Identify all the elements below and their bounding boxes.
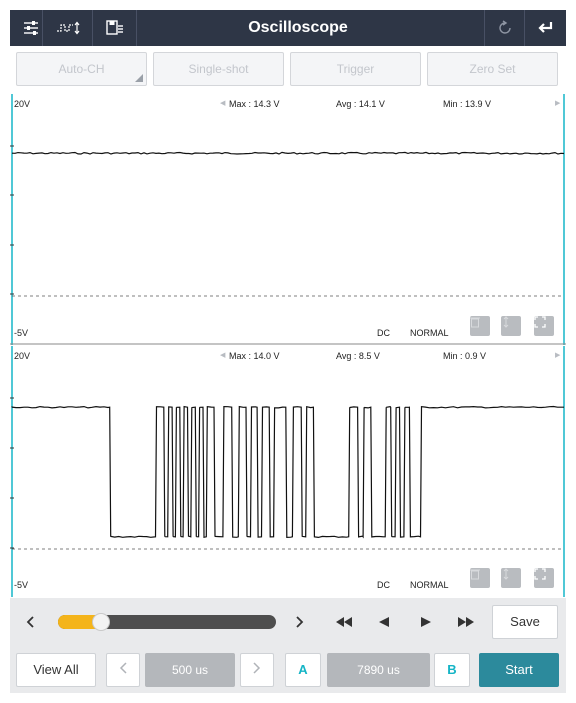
stats-left-arrow-icon[interactable]: ◀ xyxy=(220,351,225,359)
settings-sliders-icon[interactable] xyxy=(18,10,44,46)
bottom-control-bar: View All 500 us A 7890 us B Start xyxy=(10,646,566,693)
scale-top-label: 20V xyxy=(14,99,31,109)
max-reading: Max : 14.0 V xyxy=(229,351,280,361)
chevron-left-icon[interactable] xyxy=(18,598,42,646)
trigger-button[interactable]: Trigger xyxy=(290,52,421,86)
channel-1-waveform xyxy=(11,151,565,155)
fast-forward-icon[interactable] xyxy=(452,598,480,646)
max-reading: Max : 14.3 V xyxy=(229,99,280,109)
step-back-icon[interactable] xyxy=(372,598,396,646)
stats-left-arrow-icon[interactable]: ◀ xyxy=(220,99,225,107)
marker-delta-value: 7890 us xyxy=(327,653,430,687)
avg-reading: Avg : 8.5 V xyxy=(336,351,380,361)
toolbar-divider xyxy=(92,10,93,46)
delete-icon[interactable] xyxy=(470,568,490,588)
auto-ch-label: Auto-CH xyxy=(58,62,105,76)
mode-button-row: Auto-CH Single-shot Trigger Zero Set xyxy=(10,46,566,92)
delete-icon[interactable] xyxy=(470,316,490,336)
marker-a-button[interactable]: A xyxy=(285,653,321,687)
chevron-right-icon[interactable] xyxy=(290,598,310,646)
channel-2-scope-panel[interactable]: 20V ◀ Max : 14.0 V Avg : 8.5 V Min : 0.9… xyxy=(10,346,566,597)
scale-bottom-label: -5V xyxy=(14,328,29,338)
channel-1-plot xyxy=(10,94,566,345)
chevron-right-icon xyxy=(253,662,261,674)
vertical-move-icon[interactable] xyxy=(501,316,521,336)
view-all-button[interactable]: View All xyxy=(16,653,96,687)
scale-bottom-label: -5V xyxy=(14,580,29,590)
avg-reading: Avg : 14.1 V xyxy=(336,99,385,109)
channel-2-plot xyxy=(10,346,565,597)
coupling-label: DC xyxy=(377,580,390,590)
chevron-left-icon xyxy=(119,662,127,674)
dropdown-corner-icon xyxy=(135,74,143,82)
marker-b-button[interactable]: B xyxy=(434,653,470,687)
timebase-value: 500 us xyxy=(145,653,235,687)
stats-right-arrow-icon[interactable]: ▶ xyxy=(555,351,560,359)
toolbar-divider xyxy=(484,10,485,46)
zero-set-button[interactable]: Zero Set xyxy=(427,52,558,86)
start-button[interactable]: Start xyxy=(479,653,559,687)
single-shot-button[interactable]: Single-shot xyxy=(153,52,284,86)
timebase-decrease-button[interactable] xyxy=(106,653,140,687)
scale-top-label: 20V xyxy=(14,351,31,361)
fullscreen-icon[interactable] xyxy=(534,316,554,336)
save-data-icon[interactable] xyxy=(100,10,130,46)
stats-right-arrow-icon[interactable]: ▶ xyxy=(555,99,560,107)
auto-ch-button[interactable]: Auto-CH xyxy=(16,52,147,86)
fullscreen-icon[interactable] xyxy=(534,568,554,588)
play-forward-icon[interactable] xyxy=(414,598,438,646)
timebase-increase-button[interactable] xyxy=(240,653,274,687)
toolbar-divider xyxy=(524,10,525,46)
timeline-bar: Save xyxy=(10,598,566,646)
top-toolbar: Oscilloscope xyxy=(10,10,566,46)
save-button[interactable]: Save xyxy=(492,605,558,639)
channel-1-scope-panel[interactable]: 20V ◀ Max : 14.3 V Avg : 14.1 V Min : 13… xyxy=(10,94,566,345)
toolbar-divider xyxy=(42,10,43,46)
min-reading: Min : 13.9 V xyxy=(443,99,492,109)
trigger-mode-label: NORMAL xyxy=(410,328,449,338)
slider-knob[interactable] xyxy=(92,613,111,631)
vertical-move-icon[interactable] xyxy=(501,568,521,588)
toolbar-divider xyxy=(136,10,137,46)
refresh-icon[interactable] xyxy=(488,10,522,46)
min-reading: Min : 0.9 V xyxy=(443,351,487,361)
channel-2-waveform xyxy=(11,405,564,539)
coupling-label: DC xyxy=(377,328,390,338)
page-title: Oscilloscope xyxy=(248,19,348,36)
timeline-slider[interactable] xyxy=(58,613,276,631)
fast-rewind-icon[interactable] xyxy=(330,598,358,646)
trigger-mode-label: NORMAL xyxy=(410,580,449,590)
waveform-adjust-icon[interactable] xyxy=(52,10,86,46)
back-icon[interactable] xyxy=(528,10,564,46)
